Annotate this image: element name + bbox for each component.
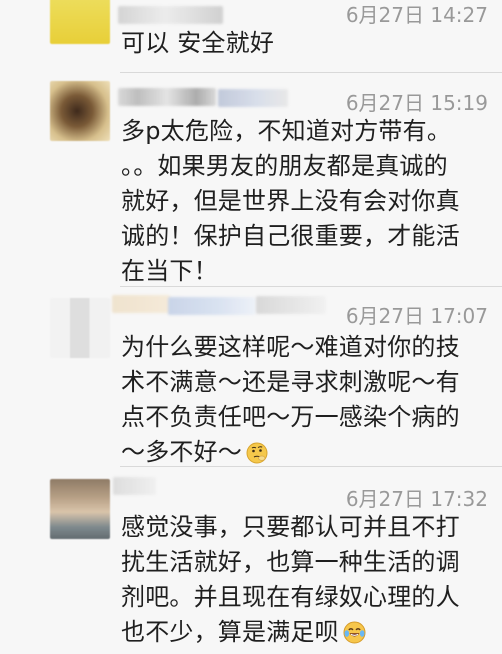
comment-line: 术不满意～还是寻求刺激呢～有 [121, 368, 460, 396]
comment-line: 剂吧。并且现在有绿奴心理的人 [121, 583, 460, 611]
comment-timestamp: 6月27日 15:19 [345, 91, 488, 115]
username-blurred[interactable] [112, 295, 170, 313]
username-blurred[interactable] [118, 6, 223, 24]
comment-line: 。。如果男友的朋友都是真诚的 [121, 152, 448, 180]
username-blurred[interactable] [168, 297, 256, 315]
comment-text: 可以 安全就好 [121, 26, 493, 61]
comment-line: 也不少，算是满足呗 [121, 618, 339, 646]
username-blurred[interactable] [113, 477, 156, 495]
comment-timestamp: 6月27日 17:07 [345, 304, 488, 328]
avatar[interactable] [50, 479, 110, 539]
username-blurred[interactable] [256, 296, 326, 314]
comment-line: 为什么要这样呢～难道对你的技 [121, 333, 460, 361]
avatar[interactable] [50, 81, 110, 141]
comment-item[interactable]: 6月27日 15:19 多p太危险，不知道对方带有。 。。如果男友的朋友都是真诚… [0, 73, 502, 286]
comment-line: 诚的！保护自己很重要，才能活 [121, 222, 460, 250]
comment-text: 感觉没事，只要都认可并且不打 扰生活就好，也算一种生活的调 剂吧。并且现在有绿奴… [121, 510, 493, 654]
comment-line: 感觉没事，只要都认可并且不打 [121, 513, 460, 541]
tears-of-joy-emoji [343, 619, 366, 654]
comment-line: 多p太危险，不知道对方带有。 [121, 117, 452, 145]
comment-line: ～多不好～ [121, 438, 242, 466]
comment-text: 多p太危险，不知道对方带有。 。。如果男友的朋友都是真诚的 就好，但是世界上没有… [121, 114, 493, 289]
avatar[interactable] [50, 0, 110, 44]
username-blurred[interactable] [118, 88, 216, 106]
comment-feed: 6月27日 14:27 可以 安全就好 6月27日 15:19 多p太危险，不知… [0, 0, 502, 646]
comment-line: 点不负责任吧～万一感染个病的 [121, 403, 460, 431]
comment-item[interactable]: 6月27日 14:27 可以 安全就好 [0, 0, 502, 72]
comment-item[interactable]: 6月27日 17:07 为什么要这样呢～难道对你的技 术不满意～还是寻求刺激呢～… [0, 287, 502, 466]
comment-timestamp: 6月27日 17:32 [345, 487, 488, 511]
avatar[interactable] [50, 298, 110, 358]
comment-line: 就好，但是世界上没有会对你真 [121, 187, 460, 215]
comment-line-with-emoji: 也不少，算是满足呗 [121, 615, 493, 654]
comment-line: 可以 安全就好 [121, 29, 275, 57]
comment-line: 扰生活就好，也算一种生活的调 [121, 548, 460, 576]
username-blurred[interactable] [218, 89, 288, 107]
comment-item[interactable]: 6月27日 17:32 感觉没事，只要都认可并且不打 扰生活就好，也算一种生活的… [0, 467, 502, 646]
comment-line: 在当下！ [121, 257, 218, 285]
comment-timestamp: 6月27日 14:27 [345, 3, 488, 27]
comment-text: 为什么要这样呢～难道对你的技 术不满意～还是寻求刺激呢～有 点不负责任吧～万一感… [121, 330, 493, 474]
